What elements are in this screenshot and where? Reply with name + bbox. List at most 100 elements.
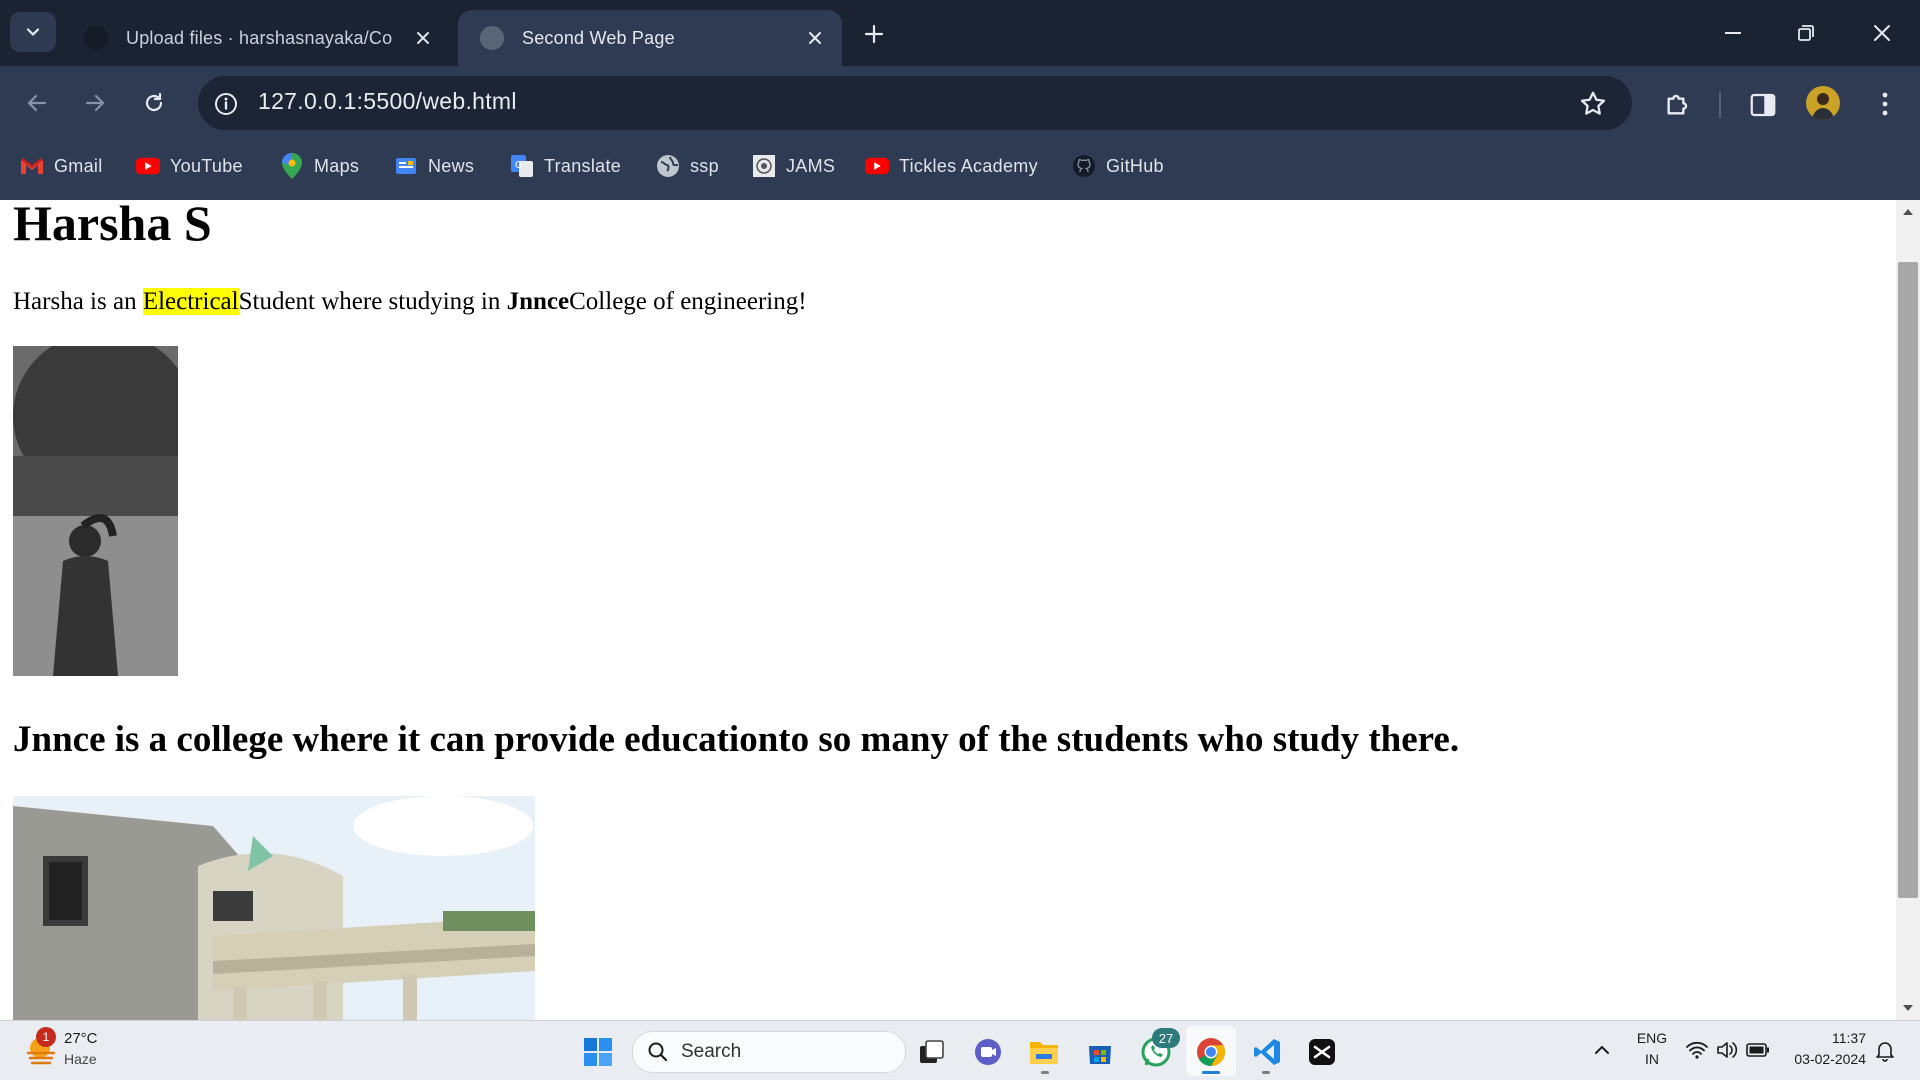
taskbar-search-box[interactable]: Search (632, 1031, 906, 1073)
site-info-icon[interactable] (212, 90, 240, 118)
minimize-icon (1725, 32, 1741, 34)
close-tab-button[interactable] (800, 23, 830, 53)
bookmark-label: Gmail (54, 155, 103, 176)
bookmark-star-button[interactable] (1578, 89, 1608, 119)
clock-date[interactable]: 03-02-2024 (1776, 1051, 1866, 1067)
tab-second-web-page[interactable]: Second Web Page (458, 10, 842, 66)
close-icon (1874, 25, 1890, 41)
youtube-icon (136, 154, 160, 178)
bookmark-label: GitHub (1106, 155, 1164, 176)
globe-icon (656, 154, 680, 178)
bookmark-news[interactable]: News (394, 150, 474, 182)
profile-avatar[interactable] (1806, 86, 1840, 120)
tab-search-button[interactable] (10, 12, 56, 52)
battery-icon[interactable] (1746, 1042, 1770, 1058)
close-icon (809, 32, 821, 44)
restore-button[interactable] (1771, 10, 1841, 56)
extensions-button[interactable] (1662, 88, 1694, 120)
highlighted-text: Electrical (142, 288, 239, 315)
close-tab-button[interactable] (408, 23, 438, 53)
star-icon (1580, 91, 1606, 115)
tab-upload-files[interactable]: Upload files · harshasnayaka/Co (62, 10, 450, 66)
web-page-viewport[interactable]: Harsha S Harsha is an ElectricalStudent … (0, 200, 1896, 1020)
scrollbar-thumb[interactable] (1898, 262, 1918, 898)
para-text: Harsha is an (13, 288, 143, 315)
triangle-up-icon (1903, 209, 1913, 215)
para-text: Student where studying in (238, 288, 507, 315)
chevron-up-icon (1595, 1045, 1609, 1054)
bookmark-label: Tickles Academy (899, 155, 1038, 176)
chevron-down-icon (26, 28, 40, 36)
new-tab-button[interactable] (856, 16, 892, 52)
para-text: College of engineering! (569, 288, 807, 315)
url-text[interactable]: 127.0.0.1:5500/web.html (258, 88, 517, 115)
bell-icon (1876, 1042, 1894, 1062)
translate-icon: G (510, 154, 534, 178)
bookmark-translate[interactable]: G Translate (510, 150, 621, 182)
page-heading: Harsha S (13, 200, 212, 251)
notification-badge: 1 (36, 1027, 56, 1047)
globe-icon (480, 26, 504, 50)
news-icon (394, 154, 418, 178)
search-icon (648, 1042, 668, 1062)
show-hidden-icons-button[interactable] (1590, 1038, 1614, 1062)
volume-icon[interactable] (1716, 1040, 1738, 1060)
running-indicator (1262, 1071, 1270, 1074)
github-icon (1072, 154, 1096, 178)
more-vertical-icon (1882, 92, 1888, 116)
weather-temperature[interactable]: 27°C (64, 1030, 98, 1047)
bookmark-gmail[interactable]: Gmail (20, 150, 103, 182)
bookmark-maps[interactable]: Maps (280, 150, 359, 182)
bookmark-label: ssp (690, 155, 719, 176)
taskbar (0, 1020, 1920, 1080)
capcut-button[interactable] (1300, 1030, 1344, 1074)
scroll-up-button[interactable] (1896, 202, 1920, 222)
scroll-down-button[interactable] (1896, 998, 1920, 1018)
file-explorer-button[interactable] (1022, 1030, 1066, 1074)
close-window-button[interactable] (1847, 10, 1917, 56)
wifi-icon[interactable] (1686, 1040, 1708, 1060)
task-view-button[interactable] (910, 1030, 954, 1074)
region-indicator[interactable]: IN (1634, 1051, 1670, 1067)
running-indicator (1041, 1071, 1049, 1074)
chrome-icon (1197, 1038, 1225, 1066)
puzzle-icon (1667, 94, 1688, 115)
intro-paragraph: Harsha is an ElectricalStudent where stu… (13, 288, 807, 316)
bookmark-tickles-academy[interactable]: Tickles Academy (865, 150, 1038, 182)
back-button[interactable] (16, 82, 58, 124)
minimize-button[interactable] (1698, 10, 1768, 56)
toolbar-divider (1719, 92, 1721, 118)
chrome-button[interactable] (1189, 1030, 1233, 1074)
jams-icon (752, 154, 776, 178)
clock-time[interactable]: 11:37 (1786, 1030, 1866, 1046)
bookmark-label: JAMS (786, 155, 836, 176)
language-indicator[interactable]: ENG (1634, 1030, 1670, 1046)
bookmark-jams[interactable]: JAMS (752, 150, 835, 182)
side-panel-button[interactable] (1748, 90, 1778, 120)
maps-icon (280, 153, 304, 179)
bookmark-ssp[interactable]: ssp (656, 150, 719, 182)
task-view-icon (920, 1040, 944, 1063)
close-icon (417, 32, 429, 44)
college-photo (13, 796, 535, 1020)
forward-button[interactable] (74, 82, 116, 124)
start-button[interactable] (576, 1030, 620, 1074)
bookmark-youtube[interactable]: YouTube (136, 150, 243, 182)
active-indicator (1202, 1071, 1220, 1074)
avatar-icon (1812, 93, 1834, 120)
microsoft-store-button[interactable] (1078, 1030, 1122, 1074)
menu-button[interactable] (1870, 88, 1900, 120)
teams-chat-button[interactable] (966, 1030, 1010, 1074)
bookmark-label: YouTube (170, 155, 243, 176)
vscode-button[interactable] (1245, 1030, 1289, 1074)
store-icon (1089, 1046, 1111, 1064)
profile-photo (13, 346, 178, 676)
notifications-button[interactable] (1874, 1040, 1896, 1062)
side-panel-icon (1750, 93, 1776, 117)
college-heading: Jnnce is a college where it can provide … (13, 719, 1460, 760)
reload-button[interactable] (133, 82, 175, 124)
weather-condition[interactable]: Haze (64, 1051, 97, 1067)
svg-text:G: G (515, 160, 523, 171)
arrow-left-icon (27, 94, 47, 112)
bookmark-github[interactable]: GitHub (1072, 150, 1164, 182)
